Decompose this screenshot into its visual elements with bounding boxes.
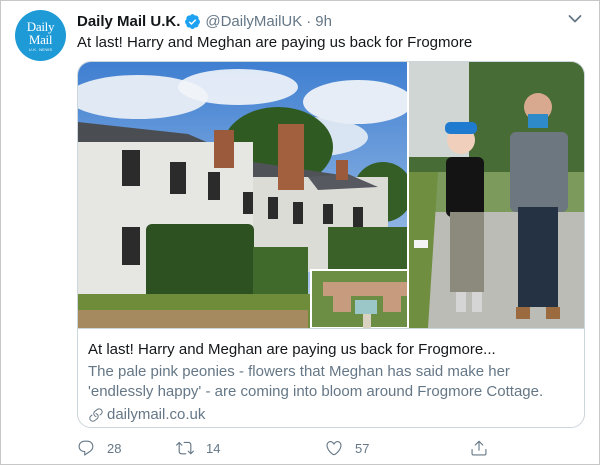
avatar[interactable]: Daily Mail U.K. NEWS bbox=[15, 10, 66, 61]
link-icon bbox=[89, 407, 103, 422]
card-summary[interactable]: At last! Harry and Meghan are paying us … bbox=[78, 328, 584, 427]
tweet-actions: 28 14 57 bbox=[77, 439, 497, 459]
like-button[interactable]: 57 bbox=[325, 439, 369, 457]
card-description: The pale pink peonies - flowers that Meg… bbox=[88, 363, 544, 400]
retweet-button[interactable]: 14 bbox=[176, 439, 220, 457]
avatar-logo-line3: U.K. NEWS bbox=[28, 46, 53, 52]
share-icon bbox=[471, 440, 487, 456]
account-name[interactable]: Daily Mail U.K. bbox=[77, 13, 180, 30]
share-button[interactable] bbox=[470, 439, 500, 457]
header-separator: · bbox=[306, 12, 312, 30]
card-domain: dailymail.co.uk bbox=[88, 405, 574, 424]
tweet-text: At last! Harry and Meghan are paying us … bbox=[77, 34, 473, 51]
avatar-logo-line2: Mail bbox=[28, 31, 53, 47]
like-count: 57 bbox=[355, 440, 370, 456]
card-photo-collage bbox=[78, 62, 584, 328]
avatar-logo-line1: Daily bbox=[26, 18, 55, 34]
retweet-icon bbox=[176, 441, 194, 455]
tweet-timestamp[interactable]: 9h bbox=[315, 13, 332, 30]
card-image[interactable] bbox=[78, 62, 584, 328]
heart-icon bbox=[326, 441, 342, 456]
card-domain-text[interactable]: dailymail.co.uk bbox=[107, 405, 205, 424]
tweet[interactable]: Daily Mail U.K. NEWS Daily Mail U.K. @Da… bbox=[0, 0, 600, 465]
reply-icon bbox=[78, 440, 94, 456]
couple-photo bbox=[409, 62, 584, 328]
retweet-count: 14 bbox=[206, 440, 221, 456]
tweet-header: Daily Mail U.K. @DailyMailUK · 9h bbox=[77, 11, 332, 31]
reply-count: 28 bbox=[107, 440, 122, 456]
reply-button[interactable]: 28 bbox=[77, 439, 121, 457]
chevron-down-icon[interactable] bbox=[568, 14, 582, 24]
account-handle[interactable]: @DailyMailUK bbox=[205, 13, 302, 30]
card-title: At last! Harry and Meghan are paying us … bbox=[88, 341, 496, 358]
link-card[interactable]: At last! Harry and Meghan are paying us … bbox=[77, 61, 585, 428]
verified-badge-icon bbox=[185, 13, 201, 29]
